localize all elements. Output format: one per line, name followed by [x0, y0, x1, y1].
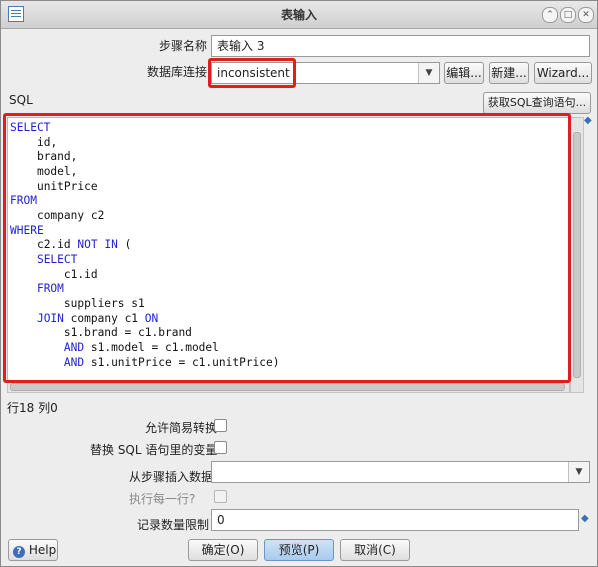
preview-button[interactable]: 预览(P)	[264, 539, 334, 561]
horizontal-scroll-thumb[interactable]	[10, 383, 565, 391]
limit-label: 记录数量限制	[137, 518, 210, 532]
sql-label: SQL	[9, 93, 33, 107]
dialog-window: 表输入 ⌃ □ ✕ 步骤名称 表输入 3 数据库连接 inconsistent …	[0, 0, 598, 567]
execute-each-row-label: 执行每一行?	[129, 492, 196, 506]
new-connection-button[interactable]: 新建...	[489, 62, 529, 84]
connection-highlight-box	[208, 58, 296, 88]
title-bar[interactable]: 表输入 ⌃ □ ✕	[1, 1, 597, 29]
replace-vars-checkbox[interactable]	[214, 441, 227, 454]
maximize-icon[interactable]: □	[560, 7, 576, 23]
ok-button[interactable]: 确定(O)	[188, 539, 258, 561]
edit-connection-button[interactable]: 编辑...	[444, 62, 484, 84]
cursor-position: 行18 列0	[7, 401, 58, 415]
get-sql-button[interactable]: 获取SQL查询语句...	[483, 92, 591, 114]
replace-vars-label: 替换 SQL 语句里的变量	[90, 443, 218, 457]
variable-diamond-icon: ◆	[584, 115, 592, 126]
cancel-button[interactable]: 取消(C)	[340, 539, 410, 561]
variable-diamond-icon: ◆	[581, 513, 589, 524]
insert-from-step-label: 从步骤插入数据	[129, 470, 214, 484]
execute-each-row-checkbox[interactable]	[214, 490, 227, 503]
db-connection-label: 数据库连接	[147, 65, 208, 79]
limit-input[interactable]: 0	[211, 509, 579, 531]
insert-from-step-select[interactable]: ▼	[211, 461, 590, 483]
sql-highlight-box	[3, 113, 571, 383]
minimize-icon[interactable]: ⌃	[542, 7, 558, 23]
step-name-label: 步骤名称	[159, 39, 208, 53]
close-icon[interactable]: ✕	[578, 7, 594, 23]
dropdown-arrow-icon[interactable]: ▼	[418, 63, 439, 83]
sql-vertical-scrollbar[interactable]	[570, 117, 584, 393]
help-button[interactable]: ? Help	[8, 539, 58, 561]
help-label: Help	[28, 543, 57, 557]
lazy-conversion-checkbox[interactable]	[214, 419, 227, 432]
help-icon: ?	[13, 546, 25, 558]
step-name-input[interactable]: 表输入 3	[211, 35, 590, 57]
lazy-conversion-label: 允许简易转换	[145, 421, 218, 435]
vertical-scroll-thumb[interactable]	[573, 132, 581, 378]
wizard-button[interactable]: Wizard...	[534, 62, 592, 84]
dropdown-arrow-icon[interactable]: ▼	[568, 462, 589, 482]
window-title: 表输入	[280, 8, 317, 22]
